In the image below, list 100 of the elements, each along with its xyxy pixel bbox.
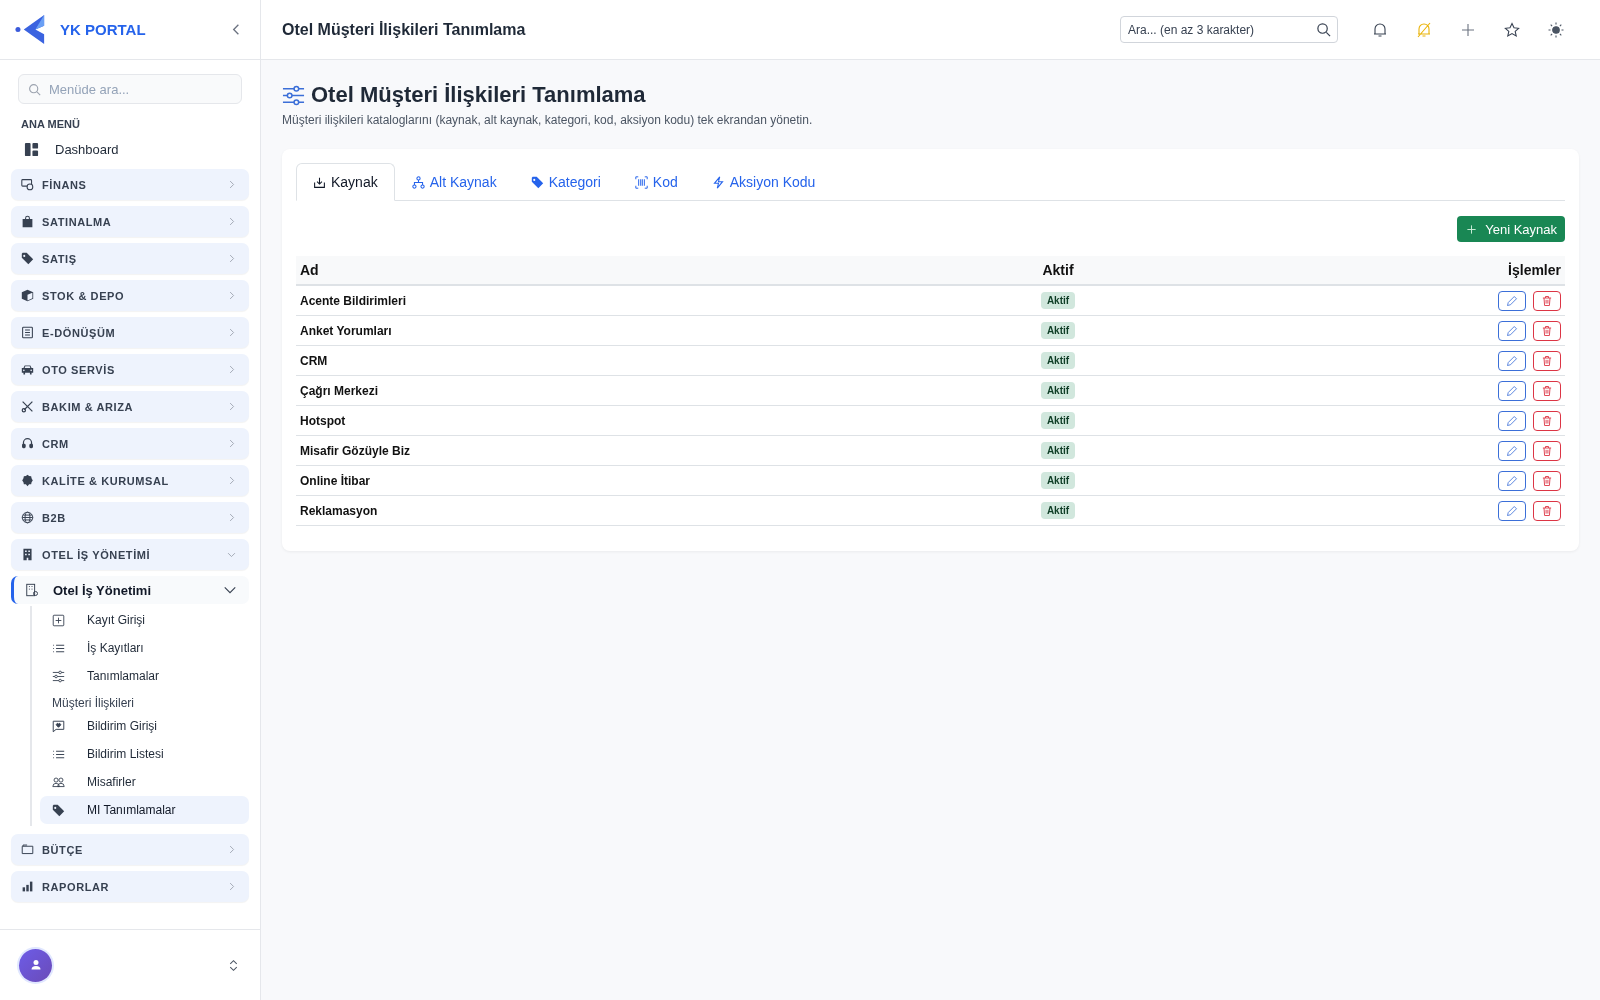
delete-button[interactable] — [1533, 350, 1561, 371]
trash-icon — [1541, 294, 1553, 307]
nav-group[interactable]: STOK & DEPO — [11, 280, 249, 311]
bell-icon[interactable] — [1372, 21, 1388, 38]
edit-button[interactable] — [1498, 410, 1526, 431]
nav-group[interactable]: B2B — [11, 502, 249, 533]
nav-link[interactable]: Dashboard — [11, 136, 249, 163]
section-title: ANA MENÜ — [21, 118, 81, 130]
nav-link[interactable]: İş Kayıtları — [40, 634, 249, 662]
tab[interactable]: Alt Kaynak — [394, 163, 514, 201]
tab[interactable]: Kaynak — [296, 163, 395, 201]
nav-group[interactable]: OTEL İŞ YÖNETİMİ — [11, 539, 249, 570]
building-icon — [21, 548, 34, 561]
edit-button[interactable] — [1498, 500, 1526, 521]
user-avatar[interactable] — [19, 948, 52, 982]
barcode-icon — [634, 175, 648, 189]
folder-icon — [21, 843, 34, 856]
pencil-icon — [1506, 504, 1518, 517]
nav-link[interactable]: Bildirim Girişi — [40, 712, 249, 740]
plus-square-icon — [52, 613, 65, 627]
globe-icon — [21, 511, 34, 524]
bag-icon — [21, 215, 34, 228]
delete-button[interactable] — [1533, 410, 1561, 431]
delete-button[interactable] — [1533, 470, 1561, 491]
edit-button[interactable] — [1498, 380, 1526, 401]
nav-group[interactable]: SATIŞ — [11, 243, 249, 274]
delete-button[interactable] — [1533, 290, 1561, 311]
expand-icon[interactable] — [227, 958, 240, 972]
delete-button[interactable] — [1533, 500, 1561, 521]
status-badge: Aktif — [1040, 472, 1076, 489]
trash-icon — [1541, 324, 1553, 337]
badge-icon — [21, 474, 34, 487]
tag-icon — [530, 175, 544, 189]
status-badge: Aktif — [1040, 412, 1076, 429]
table-cell: Misafir Gözüyle Biz — [296, 435, 1014, 466]
table-cell: Reklamasyon — [296, 495, 1014, 526]
box-icon — [21, 289, 34, 302]
users-icon — [52, 775, 65, 789]
page-title: Otel Müşteri İlişkileri Tanımlama — [311, 82, 646, 108]
lightning-icon — [711, 175, 725, 189]
dashboard-icon — [24, 142, 39, 157]
table-cell: CRM — [296, 345, 1014, 376]
tab[interactable]: Kod — [617, 163, 695, 201]
nav-link[interactable]: Misafirler — [40, 768, 249, 796]
tag-icon — [21, 252, 34, 265]
delete-button[interactable] — [1533, 380, 1561, 401]
tab[interactable]: Aksiyon Kodu — [694, 163, 833, 201]
nav-group[interactable]: KALİTE & KURUMSAL — [11, 465, 249, 496]
nav-link[interactable]: Kayıt Girişi — [40, 606, 249, 634]
status-badge: Aktif — [1040, 322, 1076, 339]
column-header: İşlemler — [1102, 256, 1565, 285]
pencil-icon — [1506, 294, 1518, 307]
edit-button[interactable] — [1498, 290, 1526, 311]
nav-subgroup[interactable]: Otel İş Yönetimi — [11, 576, 249, 604]
edit-button[interactable] — [1498, 440, 1526, 461]
tab[interactable]: Kategori — [513, 163, 618, 201]
star-icon[interactable] — [1504, 21, 1520, 38]
sliders-icon — [52, 669, 65, 683]
trash-icon — [1541, 354, 1553, 367]
table-cell: Hotspot — [296, 405, 1014, 436]
nav-heading: Müşteri İlişkileri — [51, 695, 135, 712]
nav-group[interactable]: BAKIM & ARIZA — [11, 391, 249, 422]
table-cell: Acente Bildirimleri — [296, 285, 1014, 316]
hierarchy-icon — [411, 175, 425, 189]
tag-icon — [52, 803, 65, 817]
headset-icon — [21, 437, 34, 450]
building-icon — [25, 583, 39, 597]
edit-button[interactable] — [1498, 350, 1526, 371]
plus-icon — [1466, 223, 1478, 235]
brand-name: YK PORTAL — [60, 21, 147, 38]
nav-group[interactable]: OTO SERVİS — [11, 354, 249, 385]
sun-icon[interactable] — [1548, 21, 1564, 38]
pencil-icon — [1506, 414, 1518, 427]
edit-button[interactable] — [1498, 470, 1526, 491]
nav-group[interactable]: FİNANS — [11, 169, 249, 200]
nav-link[interactable]: Tanımlamalar — [40, 662, 249, 690]
bar-chart-icon — [21, 880, 34, 893]
table-cell: Anket Yorumları — [296, 315, 1014, 346]
table-cell: Çağrı Merkezi — [296, 375, 1014, 406]
download-icon — [313, 175, 326, 189]
tools-icon — [21, 400, 34, 413]
nav-group[interactable]: E-DÖNÜŞÜM — [11, 317, 249, 348]
nav-group[interactable]: CRM — [11, 428, 249, 459]
status-badge: Aktif — [1040, 382, 1076, 399]
trash-icon — [1541, 504, 1553, 517]
status-badge: Aktif — [1040, 352, 1076, 369]
nav-group[interactable]: BÜTÇE — [11, 834, 249, 865]
nav-link[interactable]: Bildirim Listesi — [40, 740, 249, 768]
search-field[interactable]: Ara... (en az 3 karakter) — [1120, 16, 1338, 43]
nav-group[interactable]: SATINALMA — [11, 206, 249, 237]
delete-button[interactable] — [1533, 440, 1561, 461]
delete-button[interactable] — [1533, 320, 1561, 341]
car-icon — [21, 363, 34, 376]
edit-button[interactable] — [1498, 320, 1526, 341]
nav-group[interactable]: RAPORLAR — [11, 871, 249, 902]
nav-link[interactable]: MI Tanımlamalar — [40, 796, 249, 824]
new-button[interactable]: Yeni Kaynak — [1457, 216, 1565, 242]
document-icon — [21, 326, 34, 339]
header-title: Otel Müşteri İlişkileri Tanımlama — [282, 20, 527, 39]
menu-search-field[interactable]: Menüde ara... — [18, 74, 242, 104]
